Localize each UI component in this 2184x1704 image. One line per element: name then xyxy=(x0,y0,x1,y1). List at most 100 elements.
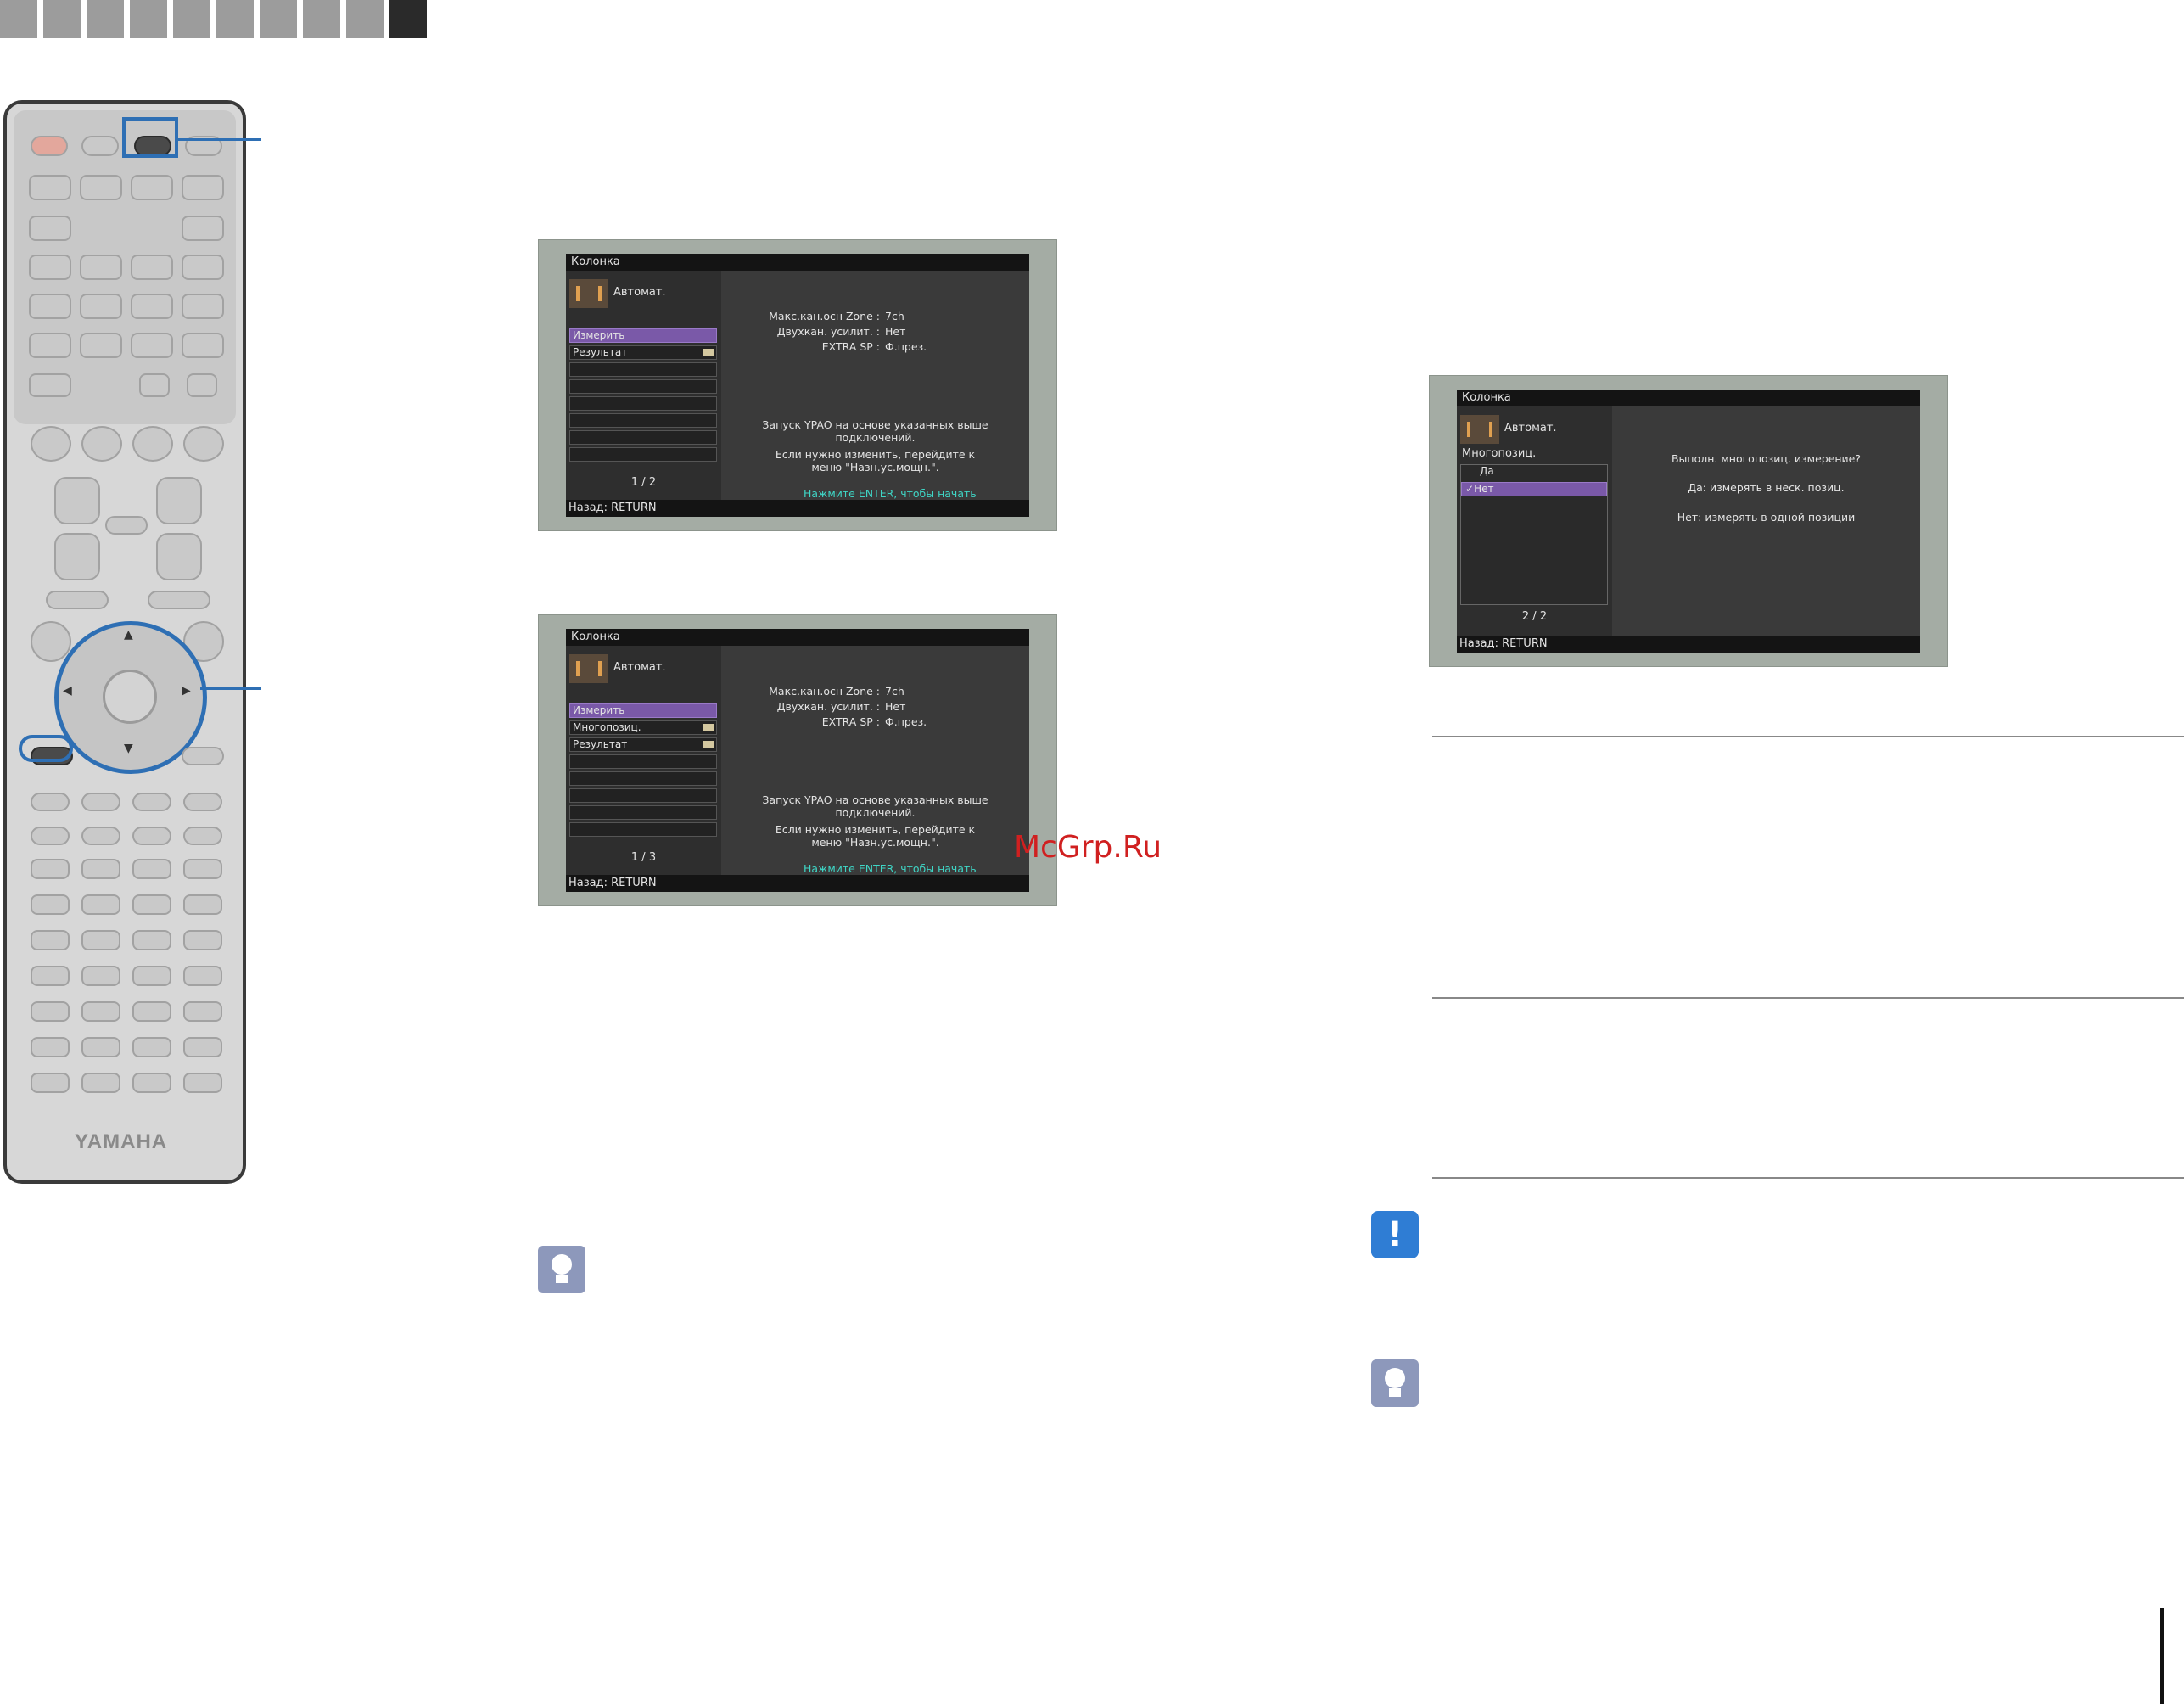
skip-forward-button xyxy=(183,827,222,845)
arrow-left-icon: ◀ xyxy=(63,684,72,698)
numeric-button xyxy=(183,894,222,915)
numeric-button xyxy=(81,1001,120,1022)
osd-display: Колонка Автомат. Измерить Многопозиц. Ре… xyxy=(566,629,1029,892)
remote-button xyxy=(29,255,71,280)
arrow-down-icon: ▼ xyxy=(124,742,133,755)
remote-button xyxy=(31,793,70,811)
osd-sidebar: Автомат. Многопозиц. Да ✓Нет 2 / 2 xyxy=(1457,406,1612,636)
chapter-tab[interactable] xyxy=(130,0,167,38)
menu-item-empty xyxy=(569,430,717,445)
enter-button xyxy=(103,670,157,724)
osd-screen-3: Колонка Автомат. Многопозиц. Да ✓Нет 2 /… xyxy=(1429,375,1948,667)
numeric-button xyxy=(81,859,120,879)
osd-hint: Нажмите ENTER, чтобы начать xyxy=(804,487,977,500)
remote-button xyxy=(182,294,224,319)
menu-item-empty xyxy=(569,379,717,394)
menu-item-result[interactable]: Результат xyxy=(569,737,717,752)
osd-title: Колонка xyxy=(1457,390,1920,406)
volume-down-button xyxy=(156,533,202,580)
option-no[interactable]: ✓Нет xyxy=(1461,482,1607,496)
section-divider xyxy=(1432,997,2184,999)
bulb-base xyxy=(1389,1388,1401,1397)
osd-title: Колонка xyxy=(566,629,1029,646)
chapter-tabs xyxy=(0,0,433,38)
remote-button xyxy=(131,255,173,280)
power-button xyxy=(31,136,68,156)
chapter-tab[interactable] xyxy=(260,0,297,38)
watermark: McGrp.Ru xyxy=(1014,830,1162,865)
page-edge-marker xyxy=(2160,1608,2164,1704)
remote-button xyxy=(80,175,122,200)
numeric-button xyxy=(81,894,120,915)
chapter-tab[interactable] xyxy=(43,0,81,38)
info-label: EXTRA SP : xyxy=(821,715,880,728)
osd-hint: Нажмите ENTER, чтобы начать xyxy=(804,862,977,875)
folder-icon xyxy=(703,724,714,731)
info-value: Нет xyxy=(885,325,906,338)
bulb-shape xyxy=(1385,1368,1405,1388)
osd-message: Если нужно изменить, перейдите к xyxy=(775,823,976,836)
osd-footer: Назад: RETURN xyxy=(566,875,1029,892)
remote-button xyxy=(80,333,122,358)
remote-button xyxy=(139,373,170,397)
osd-display: Колонка Автомат. Измерить Результат 1 / … xyxy=(566,254,1029,517)
numeric-button xyxy=(183,859,222,879)
remote-button xyxy=(182,747,224,765)
remote-button xyxy=(182,255,224,280)
menu-item-empty xyxy=(569,413,717,428)
numeric-button xyxy=(31,966,70,986)
option-yes[interactable]: Да xyxy=(1461,465,1607,479)
menu-item-measure[interactable]: Измерить xyxy=(569,703,717,718)
remote-button xyxy=(29,216,71,241)
remote-button xyxy=(54,477,100,524)
menu-item-label: Результат xyxy=(573,346,628,358)
osd-screen-2: Колонка Автомат. Измерить Многопозиц. Ре… xyxy=(538,614,1057,906)
section-divider xyxy=(1432,736,2184,737)
chapter-tab[interactable] xyxy=(346,0,384,38)
remote-button xyxy=(81,1037,120,1057)
osd-option-list: Да ✓Нет xyxy=(1460,464,1608,605)
menu-item-empty xyxy=(569,805,717,820)
fast-forward-button xyxy=(81,827,120,845)
chapter-tab[interactable] xyxy=(216,0,254,38)
yamaha-logo: YAMAHA xyxy=(75,1130,168,1153)
remote-button xyxy=(81,426,122,462)
info-value: Нет xyxy=(885,700,906,713)
menu-item-measure[interactable]: Измерить xyxy=(569,328,717,343)
osd-section-label: Многопозиц. xyxy=(1462,447,1537,460)
numeric-button xyxy=(183,930,222,950)
arrow-right-icon: ▶ xyxy=(182,684,191,698)
setup-callout-line xyxy=(178,138,261,141)
remote-button xyxy=(29,294,71,319)
chapter-tab[interactable] xyxy=(173,0,210,38)
remote-button xyxy=(81,1073,120,1093)
osd-sidebar: Автомат. Измерить Многопозиц. Результат … xyxy=(566,646,721,875)
chapter-tab[interactable] xyxy=(303,0,340,38)
folder-icon xyxy=(703,349,714,356)
pause-button xyxy=(132,793,171,811)
numeric-button xyxy=(132,1001,171,1022)
chapter-tab[interactable] xyxy=(0,0,37,38)
stop-button xyxy=(81,793,120,811)
remote-button xyxy=(31,621,71,662)
numeric-button xyxy=(81,966,120,986)
info-value: Ф.през. xyxy=(885,715,927,728)
remote-button xyxy=(183,426,224,462)
remote-button xyxy=(132,1073,171,1093)
play-button xyxy=(183,793,222,811)
menu-item-result[interactable]: Результат xyxy=(569,345,717,360)
osd-footer: Назад: RETURN xyxy=(566,500,1029,517)
numeric-button xyxy=(31,1001,70,1022)
menu-item-multipos[interactable]: Многопозиц. xyxy=(569,720,717,735)
chapter-tab-active[interactable] xyxy=(389,0,427,38)
remote-button xyxy=(46,591,109,609)
folder-icon xyxy=(703,741,714,748)
skip-back-button xyxy=(132,827,171,845)
osd-message: меню "Назн.ус.мощн.". xyxy=(811,836,939,849)
osd-message: Если нужно изменить, перейдите к xyxy=(775,448,976,461)
remote-button xyxy=(182,216,224,241)
numeric-button xyxy=(31,930,70,950)
remote-button xyxy=(81,136,119,156)
chapter-tab[interactable] xyxy=(87,0,124,38)
menu-item-empty xyxy=(569,362,717,377)
